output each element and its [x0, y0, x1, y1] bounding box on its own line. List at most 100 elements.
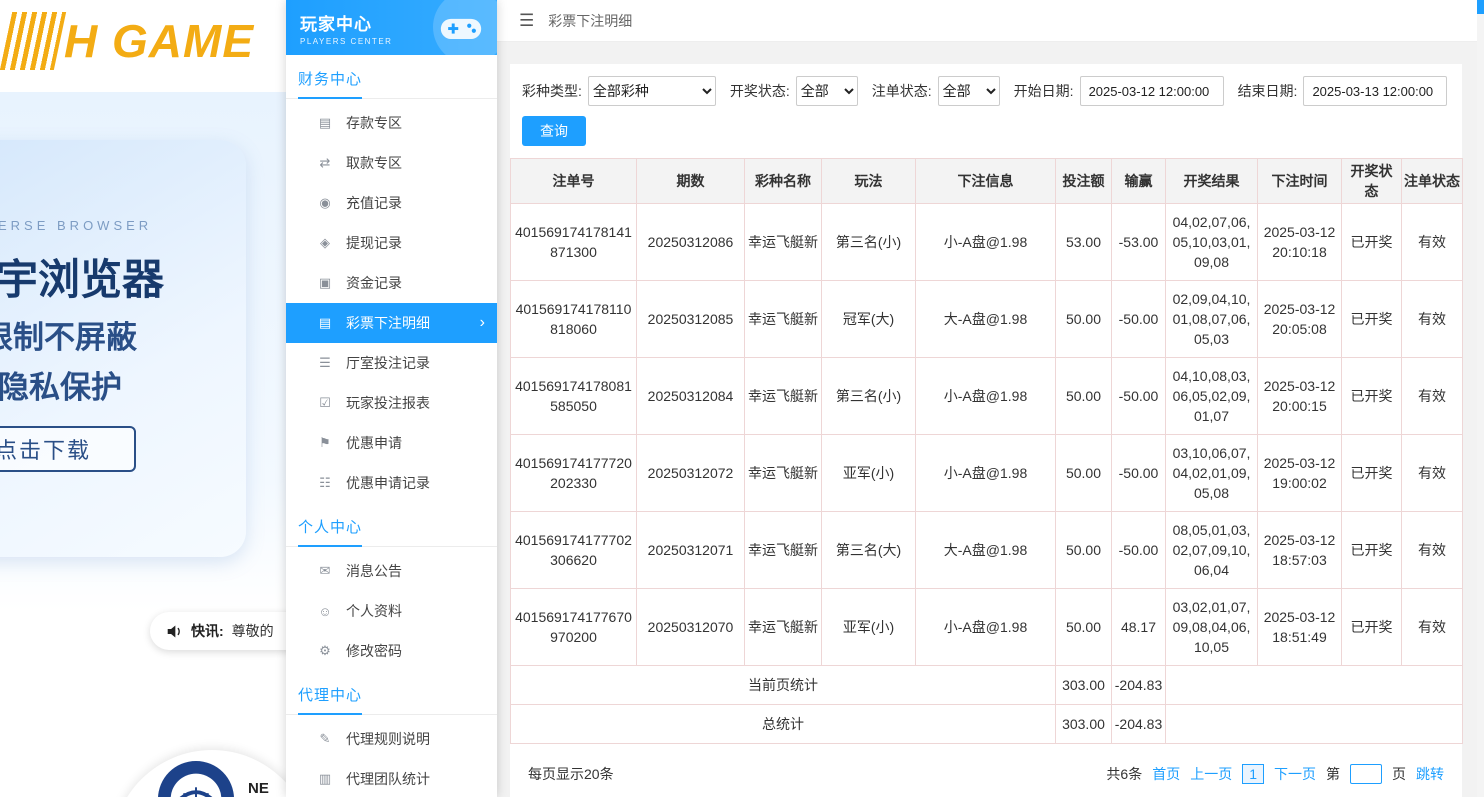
gamepad-icon: [437, 11, 485, 45]
sidebar-item-lottery-bet-details[interactable]: ▤彩票下注明细›: [286, 303, 497, 343]
cell-bet-time: 2025-03-12 19:00:02: [1258, 435, 1342, 512]
bet-status-select[interactable]: 全部: [938, 76, 1000, 106]
query-button[interactable]: 查询: [522, 116, 586, 146]
cell-bet-time: 2025-03-12 20:00:15: [1258, 358, 1342, 435]
sidebar-item-label: 厅室投注记录: [346, 353, 430, 373]
draw-status-select[interactable]: 全部: [796, 76, 858, 106]
cell-win-loss: -53.00: [1112, 204, 1166, 281]
hh-game-logo[interactable]: H GAME: [6, 12, 254, 70]
promo-flag-icon: ⚑: [316, 435, 334, 451]
filter-panel: 彩种类型: 全部彩种 开奖状态: 全部 注单状态: 全部 开始日期: 结束日期:…: [510, 64, 1462, 160]
sidebar-item-promo-apply-records[interactable]: ☷优惠申请记录: [286, 463, 497, 503]
cell-period: 20250312084: [637, 358, 745, 435]
section-title-text: 个人中心: [298, 516, 362, 547]
cell-period: 20250312072: [637, 435, 745, 512]
sidebar-item-label: 代理团队统计: [346, 769, 430, 789]
jump-label-before: 第: [1326, 764, 1340, 784]
summary-bet-amount: 303.00: [1056, 666, 1112, 705]
banner-line2: 限制不屏蔽: [0, 312, 137, 357]
team-logo-icon: [157, 760, 235, 797]
page-jump-input[interactable]: [1350, 764, 1382, 784]
cell-lottery-name: 幸运飞艇新: [745, 281, 822, 358]
cell-bet-amount: 50.00: [1056, 358, 1112, 435]
end-date-input[interactable]: [1303, 76, 1447, 106]
sidebar-item-withdrawal-records[interactable]: ◈提现记录: [286, 223, 497, 263]
menu-toggle-icon[interactable]: ☰: [519, 11, 534, 31]
end-date-label: 结束日期:: [1238, 81, 1298, 101]
column-header: 注单状态: [1402, 159, 1463, 204]
recharge-record-icon: ◉: [316, 195, 334, 211]
scrollbar-thumb[interactable]: [1477, 0, 1484, 14]
prev-page-link[interactable]: 上一页: [1190, 764, 1232, 784]
draw-status-label: 开奖状态:: [730, 81, 790, 101]
lottery-type-label: 彩种类型:: [522, 81, 582, 101]
cell-bet-status: 有效: [1402, 204, 1463, 281]
cell-play-type: 第三名(大): [822, 512, 916, 589]
players-center-title: 玩家中心: [300, 10, 392, 35]
first-page-link[interactable]: 首页: [1152, 764, 1180, 784]
bet-status-label: 注单状态:: [872, 81, 932, 101]
sidebar-item-promo-apply[interactable]: ⚑优惠申请: [286, 423, 497, 463]
summary-row: 总统计303.00-204.83: [511, 705, 1463, 744]
summary-win-loss: -204.83: [1112, 666, 1166, 705]
cell-draw-result: 02,09,04,10,01,08,07,06,05,03: [1166, 281, 1258, 358]
column-header: 开奖结果: [1166, 159, 1258, 204]
document-icon: ✎: [316, 731, 334, 747]
section-title-text: 代理中心: [298, 684, 362, 715]
cell-bet-status: 有效: [1402, 589, 1463, 666]
sidebar-item-hall-bet-records[interactable]: ☰ 厅室投注记录: [286, 343, 497, 383]
jump-link[interactable]: 跳转: [1416, 764, 1444, 784]
sidebar-item-label: 彩票下注明细: [346, 313, 430, 333]
cell-bet-status: 有效: [1402, 435, 1463, 512]
column-header: 输赢: [1112, 159, 1166, 204]
bets-table-card: 注单号期数彩种名称玩法下注信息投注额输赢开奖结果下注时间开奖状态注单状态 401…: [510, 158, 1462, 744]
download-button[interactable]: 点击下载: [0, 426, 136, 472]
start-date-label: 开始日期:: [1014, 81, 1074, 101]
sidebar-item-agent-rules[interactable]: ✎代理规则说明: [286, 719, 497, 759]
cell-draw-result: 04,02,07,06,05,10,03,01,09,08: [1166, 204, 1258, 281]
sidebar-item-withdraw-zone[interactable]: ⇄取款专区: [286, 143, 497, 183]
hall-bets-icon: ☰: [316, 355, 334, 371]
sidebar-item-messages[interactable]: ✉消息公告: [286, 551, 497, 591]
ticker-text: 尊敬的: [232, 621, 274, 641]
pager: 共6条 首页 上一页 1 下一页 第 页 跳转: [1106, 764, 1444, 784]
sidebar: 玩家中心 PLAYERS CENTER 财务中心▤存款专区⇄取款专区◉充值记录◈…: [286, 0, 497, 797]
sidebar-item-label: 修改密码: [346, 641, 402, 661]
column-header: 彩种名称: [745, 159, 822, 204]
cell-lottery-name: 幸运飞艇新: [745, 358, 822, 435]
promo-records-icon: ☷: [316, 475, 334, 491]
players-center-subtitle: PLAYERS CENTER: [300, 37, 392, 46]
logo-stripes-icon: [0, 12, 66, 70]
topbar: ☰ 彩票下注明细: [497, 0, 1484, 42]
sidebar-item-player-bet-report[interactable]: ☑玩家投注报表: [286, 383, 497, 423]
column-header: 下注信息: [916, 159, 1056, 204]
start-date-input[interactable]: [1080, 76, 1224, 106]
ticker-label: 快讯:: [191, 621, 224, 641]
sidebar-item-profile[interactable]: ☺ 个人资料: [286, 591, 497, 631]
current-page[interactable]: 1: [1242, 764, 1264, 784]
sidebar-item-label: 个人资料: [346, 601, 402, 621]
sidebar-item-deposit-zone[interactable]: ▤存款专区: [286, 103, 497, 143]
sidebar-item-recharge-records[interactable]: ◉充值记录: [286, 183, 497, 223]
lottery-type-select[interactable]: 全部彩种: [588, 76, 716, 106]
cell-period: 20250312086: [637, 204, 745, 281]
page-title: 彩票下注明细: [548, 11, 632, 31]
match-bubble: NE: [112, 750, 312, 797]
pagination-bar: 每页显示20条 共6条 首页 上一页 1 下一页 第 页 跳转: [510, 744, 1462, 797]
column-header: 期数: [637, 159, 745, 204]
cell-bet-time: 2025-03-12 18:51:49: [1258, 589, 1342, 666]
column-header: 投注额: [1056, 159, 1112, 204]
next-page-link[interactable]: 下一页: [1274, 764, 1316, 784]
cell-bet-status: 有效: [1402, 358, 1463, 435]
summary-empty: [1166, 705, 1463, 744]
cell-draw-status: 已开奖: [1342, 435, 1402, 512]
sidebar-item-funds-records[interactable]: ▣资金记录: [286, 263, 497, 303]
table-row: 40156917417808158505020250312084幸运飞艇新第三名…: [511, 358, 1463, 435]
user-icon: ☺: [316, 604, 334, 619]
cell-bet-number: 401569174178141871300: [511, 204, 637, 281]
sidebar-item-agent-team-stats[interactable]: ▥代理团队统计: [286, 759, 497, 797]
scrollbar[interactable]: [1477, 0, 1484, 797]
cell-draw-result: 03,10,06,07,04,02,01,09,05,08: [1166, 435, 1258, 512]
sidebar-item-change-password[interactable]: ⚙修改密码: [286, 631, 497, 671]
column-header: 注单号: [511, 159, 637, 204]
